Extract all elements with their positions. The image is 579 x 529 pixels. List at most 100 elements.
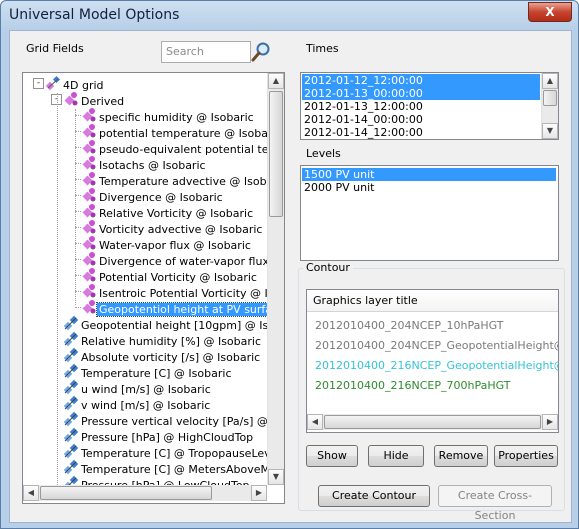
- tree-item[interactable]: Isentroic Potential Vorticity @ Isen: [81, 283, 268, 300]
- tree-vertical-scrollbar[interactable]: ▲ ▼: [267, 73, 284, 485]
- tree-item[interactable]: potential temperature @ Isobaric: [81, 123, 268, 140]
- create-contour-button[interactable]: Create Contour: [318, 485, 430, 507]
- levels-list[interactable]: 1500 PV unit 2000 PV unit: [300, 165, 559, 261]
- tree-item-label: Temperature advective @ Isobari: [99, 174, 268, 188]
- universal-model-options-window: Universal Model Options X Grid Fields Se…: [0, 0, 579, 529]
- tree-item[interactable]: Geopotential height [10gpm] @ Isoba: [63, 315, 268, 332]
- collapse-toggle[interactable]: -: [33, 78, 44, 89]
- tree-item-label: Water-vapor flux @ Isobaric: [99, 238, 251, 252]
- search-input[interactable]: Search: [161, 41, 251, 63]
- scroll-thumb[interactable]: [269, 91, 283, 217]
- times-list[interactable]: 2012-01-12_12:00:00 2012-01-13_00:00:00 20…: [300, 72, 559, 140]
- search-icon: [251, 42, 270, 62]
- properties-button[interactable]: Properties: [494, 445, 558, 467]
- tree-item[interactable]: u wind [m/s] @ Isobaric: [63, 379, 213, 396]
- scroll-left-button[interactable]: ◀: [23, 485, 39, 501]
- tree-item[interactable]: Pressure vertical velocity [Pa/s] @ Iso: [63, 411, 268, 428]
- tree-item-label: Isotachs @ Isobaric: [99, 158, 206, 172]
- tree-item[interactable]: Relative humidity [%] @ Isobaric: [63, 331, 263, 348]
- tree-item[interactable]: Vorticity advective @ Isobaric: [81, 219, 264, 236]
- contour-layer-list[interactable]: Graphics layer title 2012010400_204NCEP_…: [306, 289, 559, 433]
- search-placeholder: Search: [166, 45, 204, 58]
- grid-fields-tree[interactable]: 4D grid - Derived - specific humidity @ Isob…: [22, 72, 285, 504]
- window-title: Universal Model Options: [9, 7, 180, 23]
- contour-horizontal-scrollbar[interactable]: ◀ ▶: [307, 414, 558, 430]
- folder-icon: [63, 91, 79, 112]
- times-scrollbar[interactable]: ▲ ▼: [541, 73, 558, 139]
- times-scroll-down[interactable]: ▼: [542, 123, 558, 139]
- contour-layer-item[interactable]: 2012010400_216NCEP_700hPaHGT: [315, 378, 510, 394]
- level-list-item[interactable]: 1500 PV unit: [302, 168, 556, 181]
- grid-fields-label: Grid Fields: [26, 42, 84, 55]
- tree-item-label: Isentroic Potential Vorticity @ Isen: [99, 286, 268, 300]
- scroll-right-button[interactable]: ▶: [251, 485, 267, 501]
- contour-scroll-thumb[interactable]: [324, 415, 541, 429]
- tree-item[interactable]: Divergence of water-vapor flux @: [81, 251, 268, 268]
- tree-item[interactable]: Water-vapor flux @ Isobaric: [81, 235, 253, 252]
- contour-layer-item[interactable]: 2012010400_216NCEP_GeopotentialHeight@1.…: [315, 358, 558, 374]
- tree-item-label: Temperature [C] @ Isobaric: [81, 366, 232, 380]
- tree-item-label: Divergence of water-vapor flux @: [99, 254, 268, 268]
- tree-item-label: Geopotentiol height at PV surface: [96, 301, 268, 317]
- tree-item[interactable]: v wind [m/s] @ Isobaric: [63, 395, 212, 412]
- remove-button[interactable]: Remove: [434, 445, 488, 467]
- close-button[interactable]: X: [528, 2, 572, 22]
- graphics-layer-title-header[interactable]: Graphics layer title: [307, 290, 558, 312]
- search-button[interactable]: [251, 41, 271, 63]
- tree-item[interactable]: Temperature [C] @ TropopauseLevel: [63, 443, 268, 460]
- tree-item[interactable]: Pressure [hPa] @ LowCloudTop: [63, 475, 252, 485]
- tree-item-label: Pressure [hPa] @ HighCloudTop: [81, 430, 254, 444]
- contour-scroll-right[interactable]: ▶: [542, 414, 558, 430]
- scroll-down-button[interactable]: ▼: [268, 469, 284, 485]
- dialog-body: Grid Fields Search 4D grid - Derived - speci…: [9, 30, 572, 523]
- tree-item-label: pseudo-equivalent potential temp: [99, 142, 268, 156]
- tree-item-label: Relative Vorticity @ Isobaric: [99, 206, 254, 220]
- contour-scroll-left[interactable]: ◀: [307, 414, 323, 430]
- tree-item-label: specific humidity @ Isobaric: [99, 110, 254, 124]
- tree-item[interactable]: Temperature [C] @ MetersAboveMSL: [63, 459, 268, 476]
- tree-item[interactable]: Potential Vorticity @ Isobaric: [81, 267, 259, 284]
- time-list-item[interactable]: 2012-01-13_12:00:00: [302, 100, 540, 113]
- contour-layer-item[interactable]: 2012010400_204NCEP_10hPaHGT: [315, 318, 503, 334]
- time-list-item[interactable]: 2012-01-13_00:00:00: [302, 87, 540, 100]
- tree-item-label: 4D grid: [63, 78, 104, 92]
- tree-rows: 4D grid - Derived - specific humidity @ Isob…: [23, 73, 268, 485]
- times-scroll-thumb[interactable]: [543, 90, 557, 106]
- field-icon: [63, 475, 79, 485]
- tree-item[interactable]: specific humidity @ Isobaric: [81, 107, 256, 124]
- tree-item[interactable]: pseudo-equivalent potential temp: [81, 139, 268, 156]
- tree-item[interactable]: Relative Vorticity @ Isobaric: [81, 203, 255, 220]
- tree-item[interactable]: Derived: [63, 91, 126, 108]
- tree-item[interactable]: Isotachs @ Isobaric: [81, 155, 208, 172]
- tree-item[interactable]: Divergence @ Isobaric: [81, 187, 225, 204]
- tree-item[interactable]: Geopotentiol height at PV surface: [81, 299, 268, 317]
- time-list-item[interactable]: 2012-01-14_12:00:00: [302, 126, 540, 139]
- times-scroll-up[interactable]: ▲: [542, 73, 558, 89]
- time-list-item[interactable]: 2012-01-12_12:00:00: [302, 74, 540, 87]
- hide-button[interactable]: Hide: [368, 445, 424, 467]
- tree-item[interactable]: Temperature advective @ Isobari: [81, 171, 268, 188]
- create-cross-section-button[interactable]: Create Cross-Section: [438, 485, 552, 522]
- time-list-item[interactable]: 2012-01-14_00:00:00: [302, 113, 540, 126]
- h-scroll-thumb[interactable]: [40, 486, 212, 500]
- tree-item-label: Absolute vorticity [/s] @ Isobaric: [81, 350, 261, 364]
- tree-item[interactable]: Temperature [C] @ Isobaric: [63, 363, 234, 380]
- tree-item-label: Geopotential height [10gpm] @ Isoba: [81, 318, 268, 332]
- scroll-up-button[interactable]: ▲: [268, 73, 284, 89]
- tree-item-label: Derived: [81, 94, 125, 108]
- level-list-item[interactable]: 2000 PV unit: [302, 181, 556, 194]
- tree-connector-line: [57, 93, 58, 485]
- tree-item[interactable]: Pressure [hPa] @ HighCloudTop: [63, 427, 255, 444]
- title-bar[interactable]: Universal Model Options X: [1, 1, 578, 29]
- times-label: Times: [306, 42, 339, 55]
- show-button[interactable]: Show: [306, 445, 358, 467]
- tree-connector: [75, 307, 81, 308]
- tree-item[interactable]: 4D grid: [45, 75, 106, 92]
- contour-layer-item[interactable]: 2012010400_204NCEP_GeopotentialHeight@1.…: [315, 338, 558, 354]
- tree-item-label: v wind [m/s] @ Isobaric: [81, 398, 211, 412]
- tree-item[interactable]: Absolute vorticity [/s] @ Isobaric: [63, 347, 262, 364]
- tree-item-label: potential temperature @ Isobaric: [99, 126, 268, 140]
- tree-item-label: Vorticity advective @ Isobaric: [99, 222, 263, 236]
- tree-item-label: Relative humidity [%] @ Isobaric: [81, 334, 262, 348]
- tree-horizontal-scrollbar[interactable]: ◀ ▶: [23, 485, 267, 501]
